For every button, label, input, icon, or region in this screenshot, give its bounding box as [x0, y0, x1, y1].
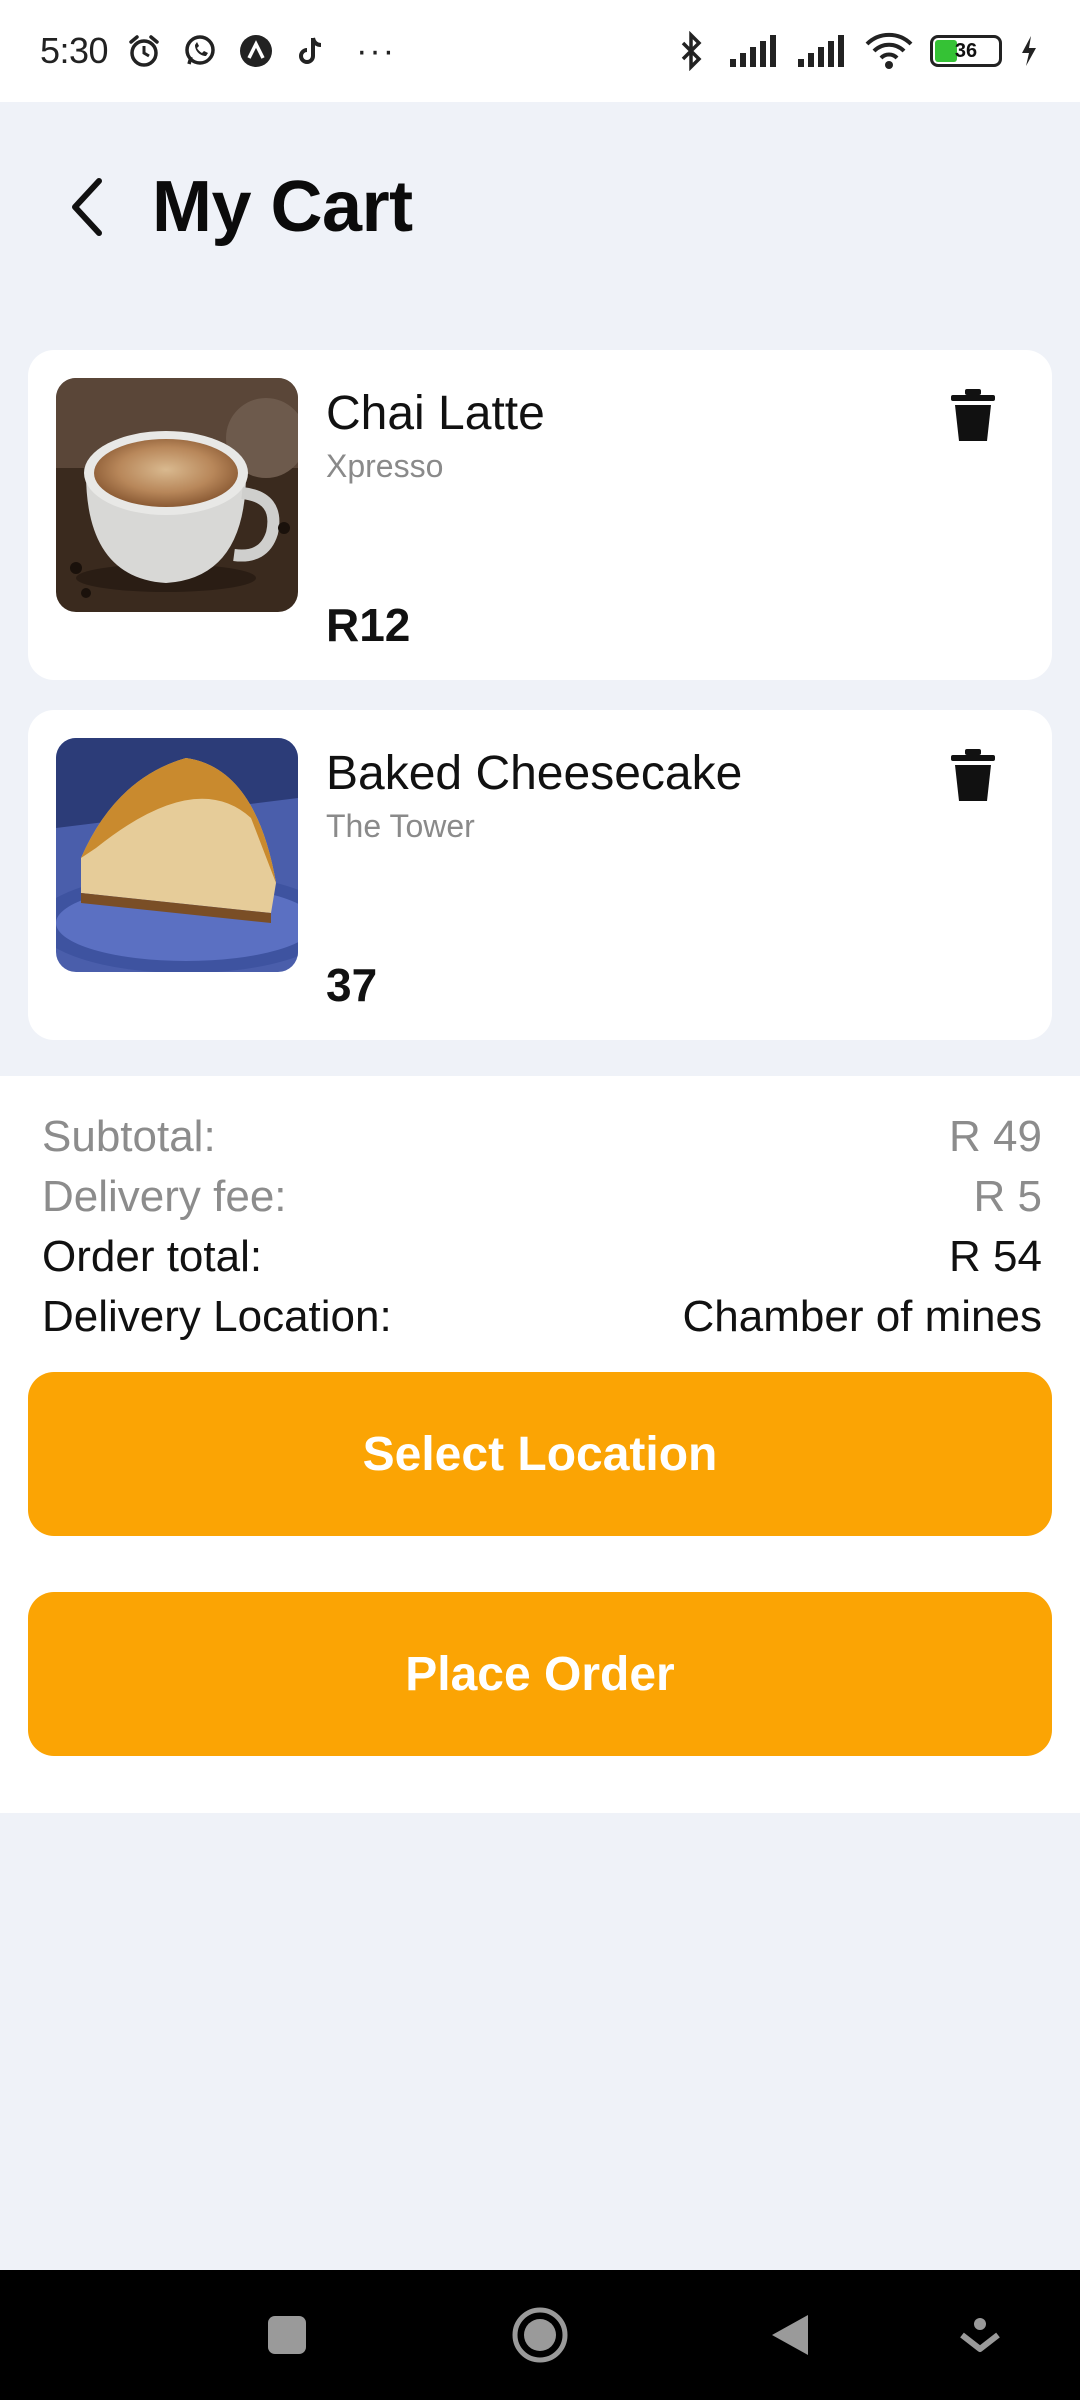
cheesecake-image [56, 738, 298, 972]
page-header: My Cart [0, 102, 1080, 312]
back-button[interactable] [62, 172, 112, 242]
item-name: Baked Cheesecake [326, 747, 743, 800]
item-vendor: Xpresso [326, 448, 444, 484]
page-title: My Cart [152, 167, 413, 247]
battery-level: 36 [954, 39, 978, 62]
chai-latte-image [56, 378, 298, 612]
battery-icon: 36 [930, 35, 1002, 67]
trash-icon [951, 749, 995, 801]
item-price: 37 [326, 959, 378, 1011]
assistant-icon [960, 2318, 1000, 2352]
delivery-location-row: Delivery Location: Chamber of mines [42, 1292, 1042, 1342]
whatsapp-icon [180, 31, 220, 71]
assistant-button[interactable] [945, 2300, 1015, 2370]
app-icon [236, 31, 276, 71]
wifi-icon [864, 31, 914, 71]
signal-icon [728, 31, 780, 71]
delivery-fee-value: R 5 [973, 1172, 1042, 1221]
subtotal-row: Subtotal: R 49 [42, 1112, 1042, 1162]
subtotal-value: R 49 [949, 1112, 1042, 1161]
status-time: 5:30 [40, 30, 109, 71]
order-total-row: Order total: R 54 [42, 1232, 1042, 1282]
order-total-value: R 54 [949, 1232, 1042, 1281]
delete-item-button[interactable] [938, 380, 1008, 450]
status-bar-right: 36 [672, 31, 1040, 71]
trash-icon [951, 389, 995, 441]
order-summary: Subtotal: R 49 Delivery fee: R 5 Order t… [0, 1076, 1080, 1813]
delivery-location-label: Delivery Location: [42, 1292, 392, 1341]
recents-button[interactable] [252, 2300, 322, 2370]
tiktok-icon [292, 31, 332, 71]
system-nav-bar [0, 2270, 1080, 2400]
signal-icon [796, 31, 848, 71]
order-total-label: Order total: [42, 1232, 263, 1281]
charging-icon [1018, 31, 1040, 71]
item-vendor: The Tower [326, 808, 475, 844]
delivery-fee-label: Delivery fee: [42, 1172, 287, 1221]
item-price: R12 [326, 599, 411, 651]
cart-item[interactable]: Baked Cheesecake The Tower 37 [28, 710, 1052, 1040]
chevron-left-icon [72, 178, 102, 236]
back-icon [772, 2315, 808, 2355]
alarm-icon [124, 31, 164, 71]
delivery-location-value: Chamber of mines [682, 1292, 1042, 1341]
status-bar-left: 5:30 ··· [40, 30, 396, 72]
overflow-indicator: ··· [356, 31, 397, 70]
recents-icon [268, 2316, 306, 2354]
delete-item-button[interactable] [938, 740, 1008, 810]
delivery-fee-row: Delivery fee: R 5 [42, 1172, 1042, 1222]
status-bar: 5:30 ··· 36 [0, 0, 1080, 102]
cart-item[interactable]: Chai Latte Xpresso R12 [28, 350, 1052, 680]
bluetooth-icon [672, 31, 712, 71]
home-button[interactable] [505, 2300, 575, 2370]
nav-back-button[interactable] [755, 2300, 825, 2370]
home-icon [512, 2307, 568, 2363]
item-name: Chai Latte [326, 387, 545, 440]
select-location-button[interactable]: Select Location [28, 1372, 1052, 1536]
place-order-button[interactable]: Place Order [28, 1592, 1052, 1756]
subtotal-label: Subtotal: [42, 1112, 216, 1161]
